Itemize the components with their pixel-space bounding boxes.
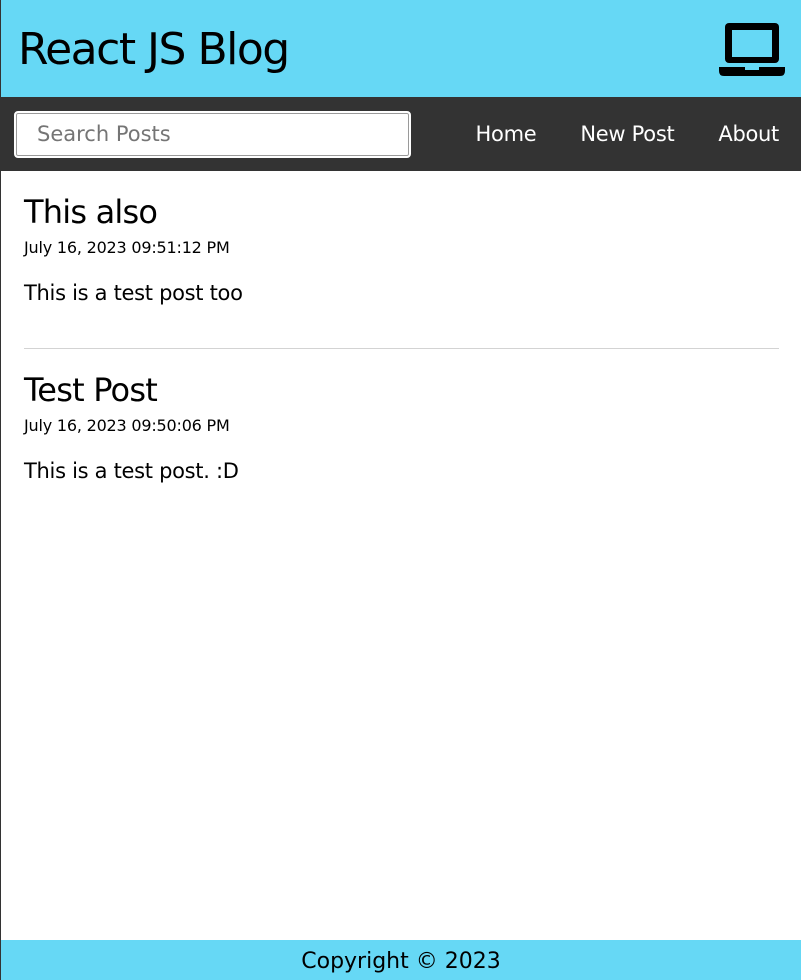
site-header: React JS Blog [1, 0, 801, 97]
post-title[interactable]: This also [24, 194, 158, 230]
site-footer: Copyright © 2023 [1, 940, 801, 980]
nav-links: Home New Post About [432, 122, 780, 146]
nav-item-about: About [674, 122, 779, 146]
post-datetime: July 16, 2023 09:50:06 PM [24, 416, 230, 436]
post-body: This is a test post. :D [24, 459, 239, 484]
post-datetime: July 16, 2023 09:51:12 PM [24, 238, 230, 258]
post-title[interactable]: Test Post [24, 372, 158, 408]
search-input[interactable] [14, 110, 411, 158]
post-feed: This also July 16, 2023 09:51:12 PM This… [1, 171, 801, 940]
post-item: Test Post July 16, 2023 09:50:06 PM This… [24, 349, 779, 526]
app-root: React JS Blog Home New Post About This a… [0, 0, 801, 980]
nav-link-about[interactable]: About [718, 122, 779, 146]
nav-link-home[interactable]: Home [476, 122, 537, 146]
nav-item-new-post: New Post [536, 122, 674, 146]
nav-link-new-post[interactable]: New Post [580, 122, 674, 146]
post-item: This also July 16, 2023 09:51:12 PM This… [24, 171, 779, 350]
copyright-text: Copyright © 2023 [301, 948, 501, 974]
nav-item-home: Home [432, 122, 537, 146]
laptop-icon [719, 22, 785, 76]
top-nav: Home New Post About [1, 97, 801, 171]
site-title: React JS Blog [18, 23, 290, 75]
post-body: This is a test post too [24, 281, 243, 306]
search-form [14, 110, 411, 158]
